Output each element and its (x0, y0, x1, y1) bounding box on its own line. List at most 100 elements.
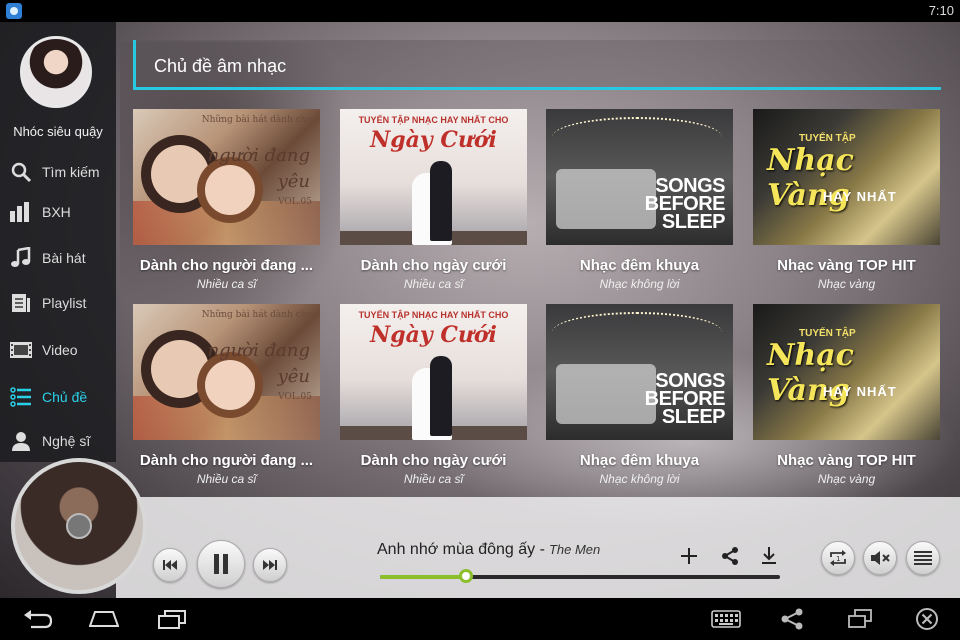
chart-icon (9, 200, 33, 224)
thumb-text: HAY NHẤT (823, 189, 897, 204)
progress-knob[interactable] (459, 569, 473, 583)
menu-icon (914, 551, 932, 565)
repeat-one-icon: 1 (830, 550, 846, 566)
topic-card[interactable]: SONGS BEFORE SLEEP Nhạc đêm khuya Nhạc k… (546, 304, 733, 486)
skip-previous-icon (163, 560, 177, 570)
sidebar-item-songs[interactable]: Bài hát (0, 238, 116, 278)
next-button[interactable] (253, 548, 287, 582)
sidebar-item-label: Chủ đề (42, 389, 88, 405)
thumb-text: VOL.05 (277, 392, 312, 402)
share-icon (722, 547, 738, 565)
topic-thumbnail[interactable]: Những bài hát dành cho người đang yêu VO… (133, 109, 320, 245)
video-icon (9, 338, 33, 362)
sidebar-item-bxh[interactable]: BXH (0, 192, 116, 232)
profile-avatar[interactable] (20, 36, 92, 108)
thumb-text: SONGS BEFORE SLEEP (644, 175, 726, 233)
download-icon (762, 547, 776, 564)
topic-card[interactable]: TUYỂN TẬP Nhạc Vàng HAY NHẤT Nhạc vàng T… (753, 304, 940, 486)
topic-thumbnail[interactable]: Những bài hát dành cho người đang yêu VO… (133, 304, 320, 440)
share-button[interactable] (718, 544, 742, 568)
add-to-playlist-button[interactable] (677, 544, 701, 568)
topic-subtitle: Nhạc không lời (599, 472, 680, 486)
sidebar-item-playlist[interactable]: Playlist (0, 283, 116, 323)
sidebar-item-label: Video (42, 342, 78, 358)
window-icon (848, 609, 872, 628)
now-playing-info: Anh nhớ mùa đông ấy - The Men (377, 541, 600, 559)
thumb-text: TUYỂN TẬP NHẠC HAY NHẤT CHO (358, 310, 509, 320)
section-header: Chủ đề âm nhạc (133, 40, 941, 90)
topic-thumbnail[interactable]: SONGS BEFORE SLEEP (546, 304, 733, 440)
topic-title[interactable]: Dành cho ngày cưới (340, 257, 527, 274)
sidebar-item-topics[interactable]: Chủ đề (0, 377, 116, 417)
pause-button[interactable] (197, 540, 245, 588)
topic-thumbnail[interactable]: TUYỂN TẬP Nhạc Vàng HAY NHẤT (753, 304, 940, 440)
previous-button[interactable] (153, 548, 187, 582)
mute-button[interactable] (863, 541, 897, 575)
plus-icon (681, 548, 697, 564)
topic-title[interactable]: Nhạc vàng TOP HIT (753, 257, 940, 274)
download-button[interactable] (757, 544, 781, 568)
sidebar-item-label: BXH (42, 204, 71, 220)
pause-icon (214, 554, 228, 574)
progress-fill (380, 575, 466, 579)
status-clock: 7:10 (928, 3, 954, 18)
disc-center (66, 513, 92, 539)
sidebar-nav[interactable]: Tìm kiếm BXH Bài hát Playlist Video Chủ … (0, 158, 116, 458)
topic-thumbnail[interactable]: TUYỂN TẬP NHẠC HAY NHẤT CHO Ngày Cưới (340, 304, 527, 440)
topic-title[interactable]: Dành cho người đang ... (133, 452, 320, 469)
queue-menu-button[interactable] (906, 541, 940, 575)
topic-subtitle: Nhạc vàng (817, 472, 876, 486)
sidebar-item-label: Playlist (42, 295, 87, 311)
topic-thumbnail[interactable]: TUYỂN TẬP NHẠC HAY NHẤT CHO Ngày Cưới (340, 109, 527, 245)
thumb-decoration (552, 312, 722, 352)
keyboard-button[interactable] (711, 606, 741, 632)
topic-card[interactable]: TUYỂN TẬP Nhạc Vàng HAY NHẤT Nhạc vàng T… (753, 109, 940, 291)
sidebar-item-artists[interactable]: Nghệ sĩ (0, 421, 116, 458)
progress-bar[interactable] (380, 569, 780, 583)
topic-card[interactable]: TUYỂN TẬP NHẠC HAY NHẤT CHO Ngày Cưới Dà… (340, 304, 527, 486)
sidebar-item-label: Nghệ sĩ (42, 433, 91, 449)
topic-title[interactable]: Dành cho ngày cưới (340, 452, 527, 469)
system-share-button[interactable] (777, 606, 807, 632)
topic-card[interactable]: Những bài hát dành cho người đang yêu VO… (133, 304, 320, 486)
recent-apps-icon (158, 610, 186, 629)
sidebar-item-search[interactable]: Tìm kiếm (0, 158, 116, 192)
music-note-icon (9, 246, 33, 270)
topic-title[interactable]: Nhạc đêm khuya (546, 257, 733, 274)
system-nav-bar (0, 598, 960, 640)
thumb-text: người đang yêu (207, 340, 310, 387)
thumb-figure (430, 161, 452, 241)
back-icon (24, 610, 53, 629)
close-button[interactable] (912, 606, 942, 632)
thumb-text: Những bài hát dành cho (201, 310, 312, 320)
profile-name[interactable]: Nhóc siêu quậy (0, 124, 116, 139)
home-button[interactable] (89, 606, 119, 632)
thumb-text: VOL.05 (277, 197, 312, 207)
back-button[interactable] (23, 606, 53, 632)
thumb-text: Ngày Cưới (370, 322, 497, 348)
topic-thumbnail[interactable]: TUYỂN TẬP Nhạc Vàng HAY NHẤT (753, 109, 940, 245)
search-icon (9, 160, 33, 184)
topic-title[interactable]: Nhạc đêm khuya (546, 452, 733, 469)
topic-subtitle: Nhạc vàng (817, 277, 876, 291)
topic-card[interactable]: SONGS BEFORE SLEEP Nhạc đêm khuya Nhạc k… (546, 109, 733, 291)
topic-thumbnail[interactable]: SONGS BEFORE SLEEP (546, 109, 733, 245)
thumb-text: SONGS BEFORE SLEEP (644, 370, 726, 428)
sidebar-item-video[interactable]: Video (0, 330, 116, 370)
recents-button[interactable] (157, 606, 187, 632)
app-notification-icon (6, 3, 22, 19)
topic-title[interactable]: Dành cho người đang ... (133, 257, 320, 274)
sidebar-item-label: Tìm kiếm (42, 164, 100, 180)
topic-title[interactable]: Nhạc vàng TOP HIT (753, 452, 940, 469)
topic-subtitle: Nhiều ca sĩ (403, 472, 464, 486)
artist-icon (9, 429, 33, 453)
topic-card[interactable]: TUYỂN TẬP NHẠC HAY NHẤT CHO Ngày Cưới Dà… (340, 109, 527, 291)
repeat-button[interactable]: 1 (821, 541, 855, 575)
now-playing-title: Anh nhớ mùa đông ấy - (377, 541, 545, 558)
thumb-figure (430, 356, 452, 436)
thumb-decoration (552, 117, 722, 157)
skip-next-icon (263, 560, 277, 570)
status-bar: 7:10 (0, 0, 960, 22)
window-button[interactable] (845, 606, 875, 632)
topic-card[interactable]: Những bài hát dành cho người đang yêu VO… (133, 109, 320, 291)
